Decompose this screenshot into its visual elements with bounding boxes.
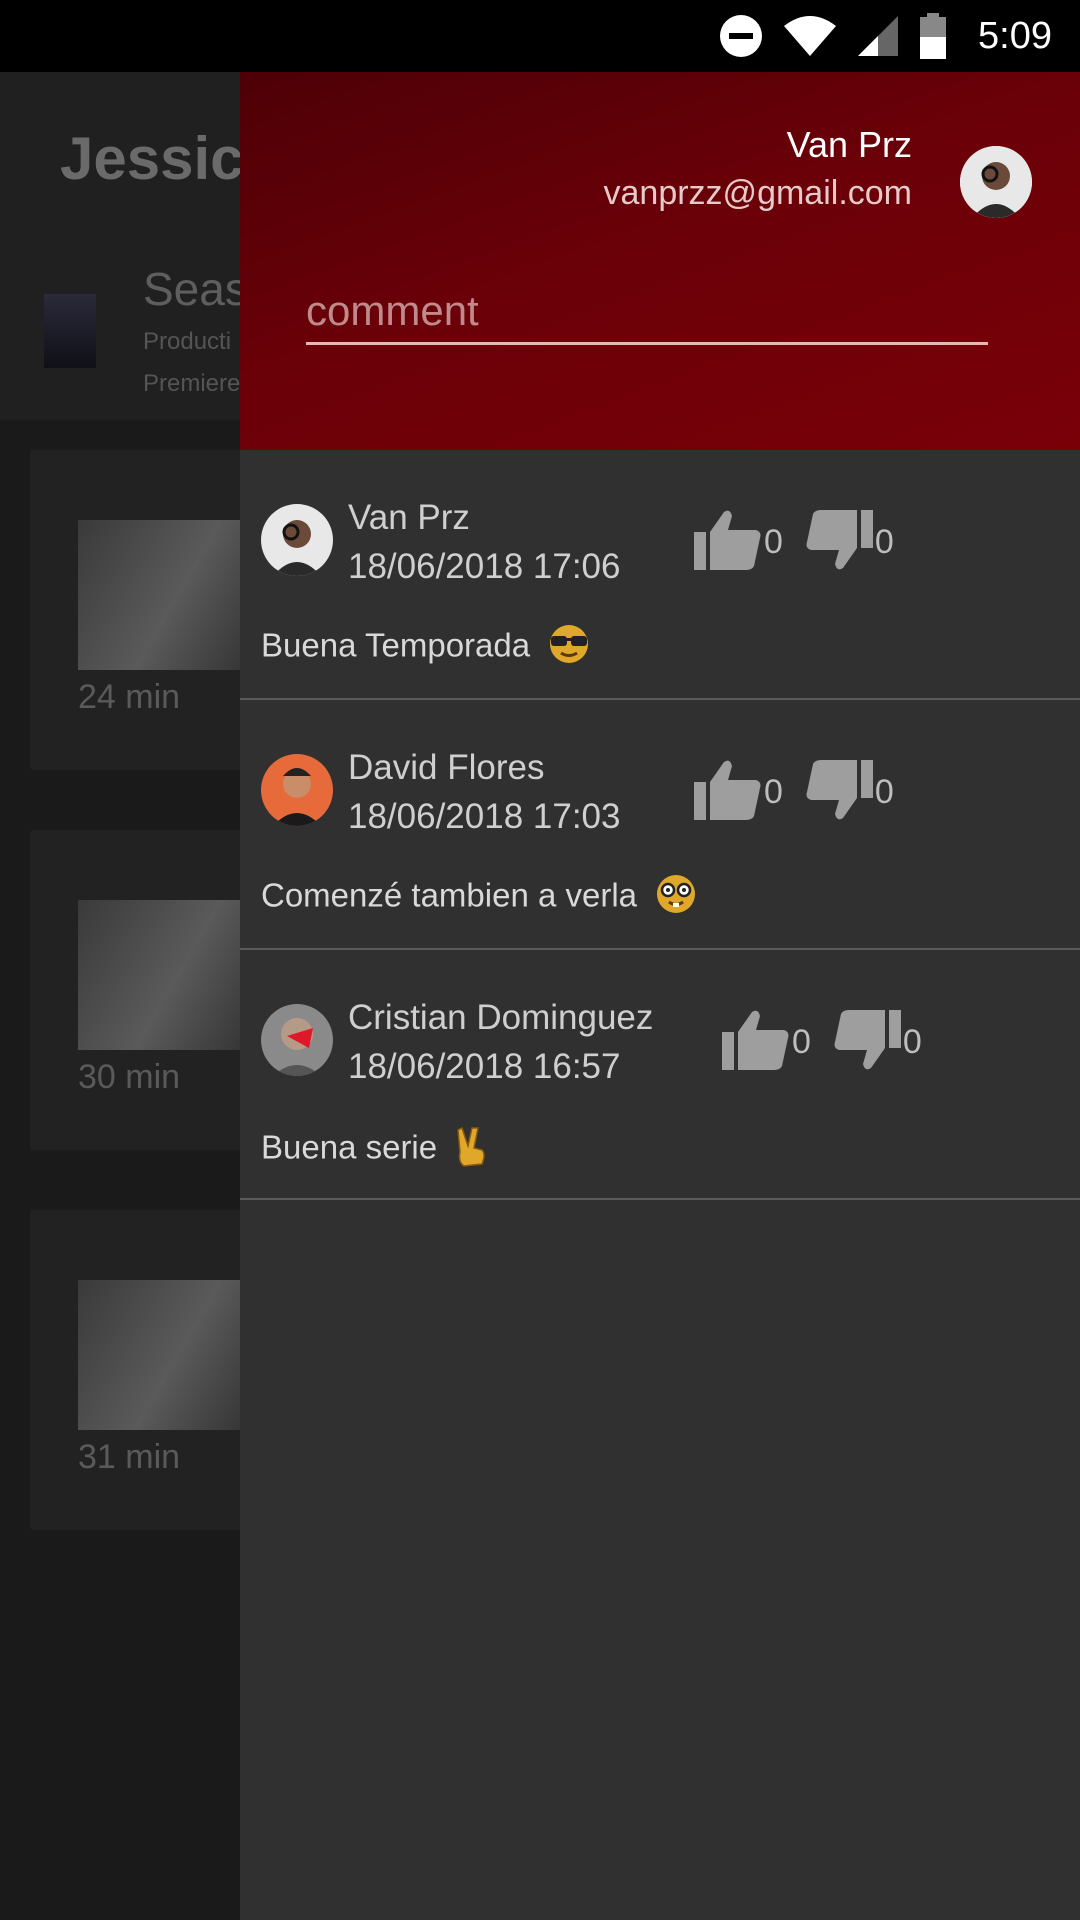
thumbs-down-icon <box>805 758 873 827</box>
comment-input[interactable] <box>306 286 988 345</box>
comment-item: Cristian Dominguez 18/06/2018 16:57 0 0 <box>240 950 1080 1200</box>
like-count: 0 <box>764 773 783 811</box>
like-count: 0 <box>764 523 783 561</box>
comment-body: Buena serie <box>261 1128 438 1166</box>
comment-body: Comenzé tambien a verla <box>261 876 638 914</box>
thumbs-up-icon <box>694 758 762 827</box>
user-avatar[interactable] <box>960 146 1032 218</box>
thumbs-up-icon <box>722 1008 790 1077</box>
season-premiere: Premiere <box>143 370 241 397</box>
comment-date: 18/06/2018 17:03 <box>348 797 621 836</box>
episode-duration: 31 min <box>78 1438 181 1476</box>
dislike-count: 0 <box>874 773 894 811</box>
thumbs-up-icon <box>694 508 762 577</box>
comment-text: Comenzé tambien a verla <box>261 874 698 922</box>
season-poster <box>44 294 96 368</box>
user-name: Van Prz <box>786 124 912 165</box>
episode-duration: 24 min <box>78 678 181 716</box>
dislike-button[interactable]: 0 <box>805 758 894 827</box>
like-button[interactable]: 0 <box>694 508 783 577</box>
dislike-count: 0 <box>902 1023 922 1061</box>
comment-author: David Flores <box>348 748 545 787</box>
episode-duration: 30 min <box>78 1058 181 1096</box>
comment-list: Van Prz 18/06/2018 17:06 0 0 Buena Tempo… <box>240 450 1080 1200</box>
like-button[interactable]: 0 <box>722 1008 811 1077</box>
comment-avatar[interactable] <box>261 1004 333 1076</box>
comment-votes: 0 0 <box>694 758 916 827</box>
nerd-face-emoji-icon <box>654 874 698 922</box>
comment-date: 18/06/2018 16:57 <box>348 1047 621 1086</box>
comments-drawer: Van Prz vanprzz@gmail.com Van Prz 18/06/… <box>240 72 1080 1920</box>
user-email: vanprzz@gmail.com <box>603 174 913 212</box>
thumbs-down-icon <box>805 508 873 577</box>
like-count: 0 <box>792 1023 811 1061</box>
season-label: Seas <box>143 263 248 315</box>
season-production: Producti <box>143 328 232 355</box>
dislike-button[interactable]: 0 <box>805 508 894 577</box>
comment-item: Van Prz 18/06/2018 17:06 0 0 Buena Tempo… <box>240 450 1080 700</box>
comment-avatar[interactable] <box>261 754 333 826</box>
thumbs-down-icon <box>833 1008 901 1077</box>
wifi-icon <box>782 14 838 58</box>
status-bar: 5:09 <box>0 0 1080 72</box>
victory-hand-emoji-icon <box>454 1124 490 1176</box>
like-button[interactable]: 0 <box>694 758 783 827</box>
comment-item: David Flores 18/06/2018 17:03 0 0 Comenz… <box>240 700 1080 950</box>
battery-icon <box>918 13 948 59</box>
cell-signal-icon <box>856 14 900 58</box>
sunglasses-emoji-icon <box>547 624 591 672</box>
comment-text: Buena Temporada <box>261 624 591 672</box>
drawer-header: Van Prz vanprzz@gmail.com <box>240 72 1080 450</box>
comment-text: Buena serie <box>261 1124 490 1176</box>
comment-avatar[interactable] <box>261 504 333 576</box>
clock: 5:09 <box>978 14 1052 57</box>
comment-author: Cristian Dominguez <box>348 998 654 1037</box>
comment-votes: 0 0 <box>722 1008 944 1077</box>
comment-votes: 0 0 <box>694 508 916 577</box>
comment-author: Van Prz <box>348 498 470 537</box>
dislike-count: 0 <box>874 523 894 561</box>
comment-body: Buena Temporada <box>261 626 531 664</box>
comment-date: 18/06/2018 17:06 <box>348 547 621 586</box>
do-not-disturb-icon <box>718 13 764 59</box>
dislike-button[interactable]: 0 <box>833 1008 922 1077</box>
